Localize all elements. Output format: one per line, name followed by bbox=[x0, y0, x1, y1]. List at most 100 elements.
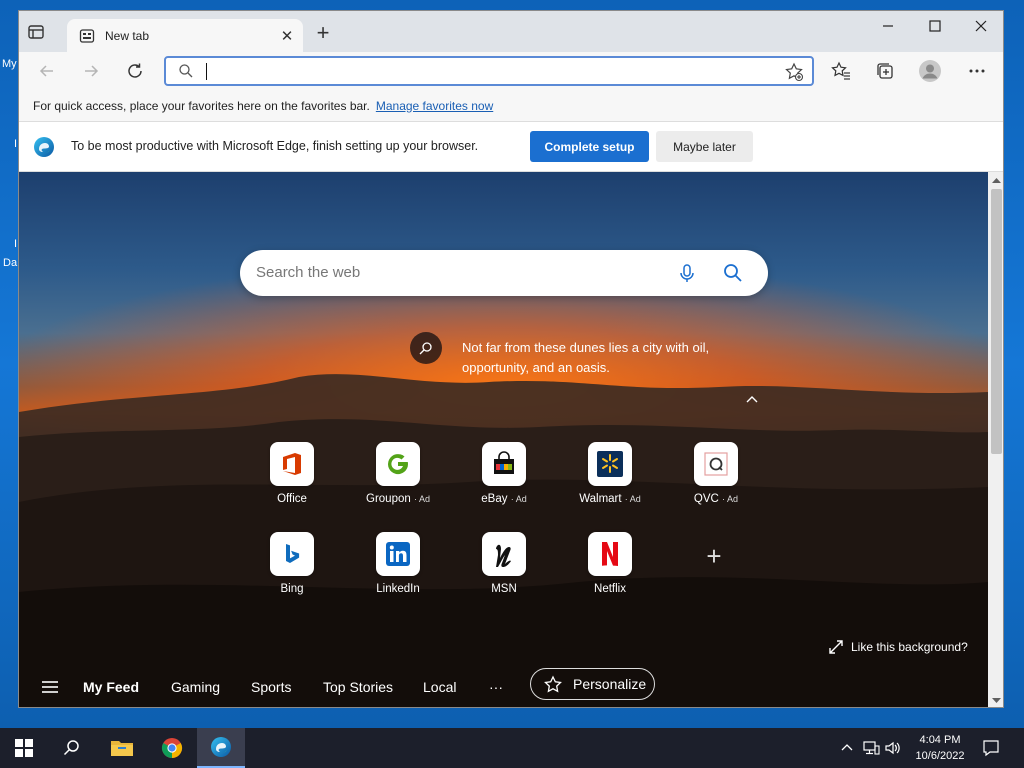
scroll-down-icon[interactable] bbox=[992, 696, 1001, 705]
search-placeholder: Search the web bbox=[256, 264, 361, 281]
search-submit-icon[interactable] bbox=[722, 262, 744, 284]
search-icon bbox=[178, 63, 194, 84]
chevron-up-icon[interactable] bbox=[744, 392, 760, 408]
desktop-icon-label[interactable]: Da bbox=[3, 257, 17, 269]
settings-more-icon[interactable] bbox=[965, 59, 989, 83]
tile-label: eBay bbox=[481, 493, 508, 505]
complete-setup-button[interactable]: Complete setup bbox=[530, 131, 649, 162]
edge-taskbar-button[interactable] bbox=[197, 728, 245, 768]
favorites-bar: For quick access, place your favorites h… bbox=[19, 90, 1003, 122]
office-icon bbox=[270, 442, 314, 486]
tray-chevron-up-icon[interactable] bbox=[838, 739, 856, 757]
tile-label: Bing bbox=[280, 583, 304, 595]
microphone-icon[interactable] bbox=[676, 262, 698, 284]
like-background-button[interactable]: Like this background? bbox=[829, 640, 968, 654]
ad-badge: · Ad bbox=[624, 494, 641, 504]
clock-date: 10/6/2022 bbox=[915, 750, 965, 762]
hamburger-menu-icon[interactable] bbox=[41, 678, 59, 696]
quick-link-office[interactable]: Office bbox=[242, 442, 342, 512]
favorites-icon[interactable] bbox=[829, 59, 853, 83]
volume-icon[interactable] bbox=[884, 739, 902, 757]
quick-link-netflix[interactable]: Netflix bbox=[560, 532, 660, 602]
bing-icon bbox=[270, 532, 314, 576]
personalize-label: Personalize bbox=[573, 676, 647, 692]
qvc-icon bbox=[694, 442, 738, 486]
network-icon[interactable] bbox=[862, 739, 880, 757]
close-tab-icon[interactable]: ✕ bbox=[279, 28, 295, 45]
favorites-bar-message: For quick access, place your favorites h… bbox=[33, 98, 370, 113]
feed-tab-gaming[interactable]: Gaming bbox=[171, 679, 220, 695]
maximize-button[interactable] bbox=[912, 11, 958, 41]
title-bar: New tab ✕ + bbox=[19, 11, 1003, 52]
refresh-button[interactable] bbox=[123, 59, 147, 83]
start-button[interactable] bbox=[0, 728, 48, 768]
web-search-box[interactable]: Search the web bbox=[240, 250, 768, 296]
collections-icon[interactable] bbox=[873, 59, 897, 83]
quick-link-walmart[interactable]: Walmart · Ad bbox=[560, 442, 660, 512]
taskbar-search-button[interactable] bbox=[48, 728, 96, 768]
manage-favorites-link[interactable]: Manage favorites now bbox=[376, 99, 493, 113]
feed-tab-top-stories[interactable]: Top Stories bbox=[323, 679, 393, 695]
page-scrollbar[interactable] bbox=[988, 172, 1003, 707]
desktop-icon-label[interactable]: My bbox=[2, 58, 17, 70]
folder-icon bbox=[111, 741, 133, 756]
netflix-icon bbox=[588, 532, 632, 576]
ad-badge: · Ad bbox=[510, 494, 527, 504]
image-search-icon[interactable] bbox=[410, 332, 442, 364]
quick-link-linkedin[interactable]: LinkedIn bbox=[348, 532, 448, 602]
like-background-label: Like this background? bbox=[851, 640, 968, 654]
address-bar[interactable] bbox=[164, 56, 814, 86]
feed-tab-sports[interactable]: Sports bbox=[251, 679, 291, 695]
expand-icon bbox=[829, 640, 843, 654]
edge-icon bbox=[211, 737, 231, 757]
msn-icon bbox=[482, 532, 526, 576]
address-input[interactable] bbox=[204, 62, 764, 80]
add-favorite-icon[interactable] bbox=[784, 62, 804, 87]
tile-label: Walmart bbox=[579, 493, 622, 505]
back-button[interactable] bbox=[35, 59, 59, 83]
tab-actions-icon[interactable] bbox=[27, 23, 45, 41]
walmart-icon bbox=[588, 442, 632, 486]
text-caret bbox=[206, 63, 207, 80]
feed-navigation: My Feed Gaming Sports Top Stories Local … bbox=[19, 668, 988, 707]
scroll-up-icon[interactable] bbox=[992, 176, 1001, 185]
feed-tab-my-feed[interactable]: My Feed bbox=[83, 679, 139, 695]
personalize-button[interactable]: Personalize bbox=[530, 668, 655, 700]
tile-label: Groupon bbox=[366, 493, 411, 505]
tile-label: Netflix bbox=[594, 583, 626, 595]
tile-label: MSN bbox=[491, 583, 517, 595]
star-icon bbox=[543, 675, 563, 695]
feed-tab-local[interactable]: Local bbox=[423, 679, 456, 695]
notifications-icon[interactable] bbox=[982, 739, 1000, 757]
taskbar: 4:04 PM 10/6/2022 bbox=[0, 728, 1024, 768]
tab-new-tab[interactable]: New tab ✕ bbox=[67, 19, 303, 52]
desktop-icon-label[interactable]: I bbox=[14, 238, 17, 250]
maybe-later-button[interactable]: Maybe later bbox=[656, 131, 753, 162]
desktop-icon-label[interactable]: I bbox=[14, 138, 17, 150]
groupon-icon bbox=[376, 442, 420, 486]
ebay-icon bbox=[482, 442, 526, 486]
chrome-button[interactable] bbox=[148, 728, 196, 768]
chrome-icon bbox=[161, 738, 183, 759]
clock-time: 4:04 PM bbox=[919, 734, 961, 746]
edge-logo-icon bbox=[33, 136, 55, 158]
taskbar-clock[interactable]: 4:04 PM 10/6/2022 bbox=[906, 732, 974, 764]
profile-avatar-icon[interactable] bbox=[918, 59, 942, 83]
quick-link-groupon[interactable]: Groupon · Ad bbox=[348, 442, 448, 512]
forward-button[interactable] bbox=[79, 59, 103, 83]
minimize-button[interactable] bbox=[865, 11, 911, 41]
background-description[interactable]: Not far from these dunes lies a city wit… bbox=[462, 338, 732, 378]
search-icon bbox=[63, 740, 79, 756]
quick-link-msn[interactable]: MSN bbox=[454, 532, 554, 602]
quick-link-ebay[interactable]: eBay · Ad bbox=[454, 442, 554, 512]
file-explorer-button[interactable] bbox=[98, 728, 146, 768]
scrollbar-thumb[interactable] bbox=[991, 189, 1002, 454]
close-window-button[interactable] bbox=[958, 11, 1003, 41]
linkedin-icon bbox=[376, 532, 420, 576]
new-tab-button[interactable]: + bbox=[312, 22, 334, 45]
quick-link-bing[interactable]: Bing bbox=[242, 532, 342, 602]
feed-more-button[interactable]: ··· bbox=[489, 679, 503, 695]
quick-link-qvc[interactable]: QVC · Ad bbox=[666, 442, 766, 512]
windows-logo-icon bbox=[15, 739, 33, 757]
add-quick-link-button[interactable]: + bbox=[702, 543, 726, 569]
